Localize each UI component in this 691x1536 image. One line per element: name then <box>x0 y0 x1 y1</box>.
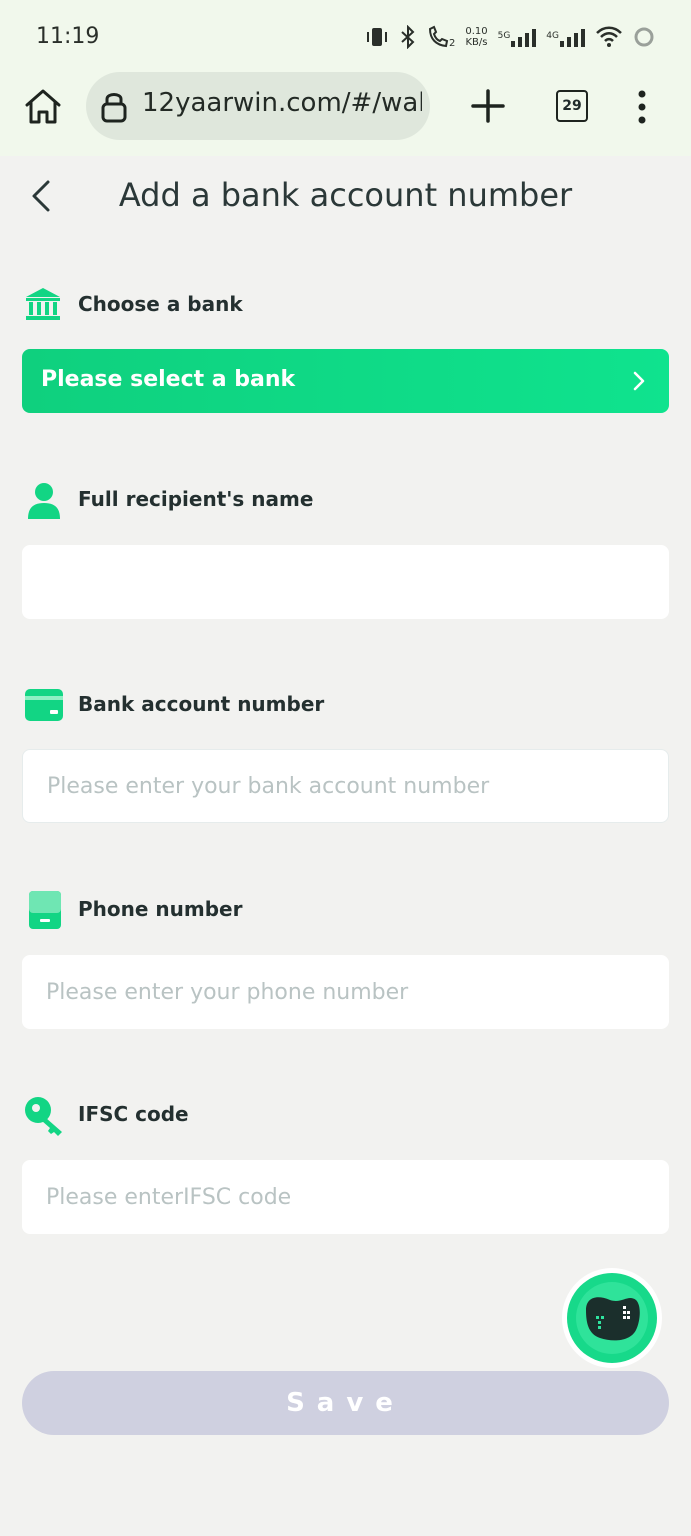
vibrate-icon <box>366 28 387 46</box>
signal-4g: 4G <box>546 27 585 47</box>
phone-icon <box>29 891 61 929</box>
tab-count-button[interactable]: 29 <box>556 90 588 122</box>
page-title: Add a bank account number <box>0 176 691 214</box>
signal-4g-icon <box>560 29 585 47</box>
bluetooth-icon <box>401 25 415 49</box>
floating-assistant-button[interactable] <box>562 1268 662 1368</box>
more-menu-icon[interactable] <box>636 90 648 124</box>
signal-4g-label: 4G <box>546 31 559 41</box>
chevron-right-icon <box>633 371 645 391</box>
status-icons: 2 0.10 KB/s 5G 4G <box>365 22 655 52</box>
wifi-call-indicator: 2 <box>427 25 455 49</box>
bank-select-dropdown[interactable]: Please select a bank <box>22 349 669 413</box>
net-speed-unit: KB/s <box>465 37 488 48</box>
net-speed-value: 0.10 <box>465 26 488 37</box>
bot-face-icon <box>567 1273 657 1363</box>
account-label: Bank account number <box>78 692 325 716</box>
home-icon[interactable] <box>22 86 64 128</box>
bank-select-text: Please select a bank <box>41 367 296 392</box>
phone-number-input[interactable] <box>22 955 669 1029</box>
wifi-icon <box>596 26 622 47</box>
url-text[interactable]: 12yaarwin.com/#/wal <box>142 88 422 118</box>
status-bar: 11:19 2 0.10 KB/s 5G 4G <box>0 0 691 72</box>
address-bar[interactable]: 12yaarwin.com/#/wal <box>86 72 430 140</box>
bank-label: Choose a bank <box>78 292 243 316</box>
call-sub-label: 2 <box>448 38 456 49</box>
ifsc-code-input[interactable] <box>22 1160 669 1234</box>
loading-ring-icon <box>634 27 654 47</box>
lock-icon <box>101 93 127 123</box>
browser-toolbar: 12yaarwin.com/#/wal 29 <box>0 72 691 156</box>
page-title-text: Add a bank account number <box>118 176 573 214</box>
signal-5g: 5G <box>498 27 537 47</box>
recipient-name-input[interactable] <box>22 545 669 619</box>
save-button[interactable]: Save <box>22 1371 669 1435</box>
bank-account-input[interactable] <box>22 749 669 823</box>
net-speed: 0.10 KB/s <box>465 26 487 48</box>
signal-5g-label: 5G <box>497 31 511 41</box>
bank-card-icon <box>25 689 63 721</box>
person-icon <box>28 483 60 519</box>
wifi-call-icon <box>428 25 449 48</box>
signal-5g-icon <box>511 29 537 47</box>
status-time: 11:19 <box>36 24 100 49</box>
recipient-label: Full recipient's name <box>78 487 314 511</box>
ifsc-label: IFSC code <box>78 1102 189 1126</box>
bank-building-icon <box>26 288 60 320</box>
new-tab-plus-icon[interactable] <box>470 88 506 124</box>
phone-label: Phone number <box>78 897 243 921</box>
key-icon <box>25 1097 62 1136</box>
